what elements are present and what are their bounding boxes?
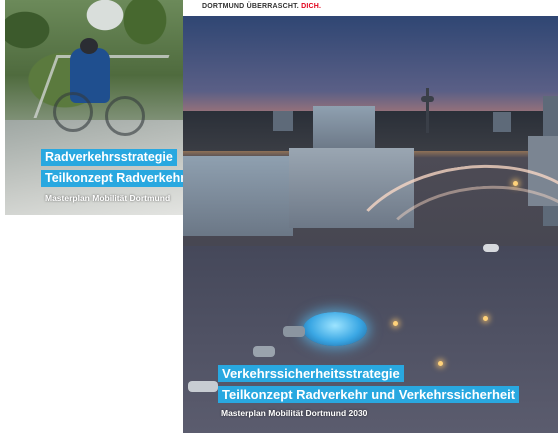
brand-logo: DORTMUND ÜBERRASCHT. DICH. <box>202 3 321 10</box>
street-lamp <box>438 361 443 366</box>
car <box>283 326 305 337</box>
glass-tower-building <box>313 106 375 151</box>
cover-radverkehrsstrategie: Radverkehrsstrategie Teilkonzept Radverk… <box>5 0 183 215</box>
cover-verkehrssicherheitsstrategie: Verkehrssicherheitsstrategie Teilkonzept… <box>183 16 558 433</box>
street-lamp <box>483 316 488 321</box>
car <box>253 346 275 357</box>
cyclist-helmet <box>80 38 98 54</box>
tv-tower <box>426 88 429 133</box>
office-building-left <box>183 156 293 236</box>
bicycle-wheel <box>105 96 145 136</box>
front-cover-title-line2: Teilkonzept Radverkehr und Verkehrssiche… <box>218 386 520 403</box>
illuminated-rotunda <box>303 312 367 346</box>
street-lamp <box>513 181 518 186</box>
back-cover-title-line1: Radverkehrsstrategie <box>41 149 177 166</box>
brand-prefix: DORTMUND ÜBERRASCHT. <box>202 3 299 10</box>
front-cover-title-line1: Verkehrssicherheitsstrategie <box>218 365 404 382</box>
building <box>273 111 293 131</box>
brand-accent: DICH. <box>301 3 322 10</box>
bicycle-wheel <box>53 92 93 132</box>
tv-tower-pod <box>421 96 434 102</box>
car <box>188 381 218 392</box>
front-cover-subtitle: Masterplan Mobilität Dortmund 2030 <box>221 408 368 418</box>
street-lamp <box>393 321 398 326</box>
car <box>483 244 499 252</box>
plaza-street <box>183 246 558 433</box>
back-cover-subtitle: Masterplan Mobilität Dortmund <box>45 193 171 203</box>
building <box>493 112 511 132</box>
back-cover-title-line2: Teilkonzept Radverkehr <box>41 170 183 187</box>
